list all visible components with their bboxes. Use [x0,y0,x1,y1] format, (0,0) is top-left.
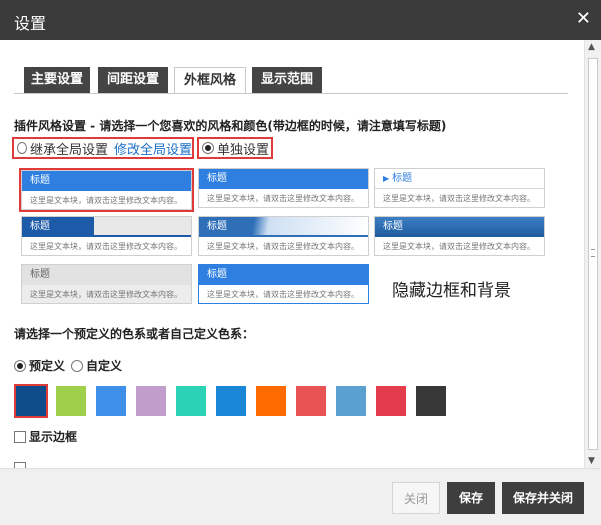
dialog-footer: 关闭 保存 保存并关闭 [0,468,601,525]
predefined-radio[interactable] [14,359,26,372]
caret-right-icon: ▶ [383,174,390,183]
color-mode-group: 预定义 自定义 [14,357,122,374]
style-option-header: 标题 [199,169,368,189]
separate-option-group: 单独设置 [197,137,273,159]
custom-radio[interactable] [71,359,84,372]
style-option-3[interactable]: ▶ 标题 这里是文本块，请双击这里修改文本内容。 [374,168,545,208]
style-option-body: 这里是文本块，请双击这里修改文本内容。 [30,242,182,251]
style-option-header: 标题 [22,217,191,237]
save-and-close-button[interactable]: 保存并关闭 [502,482,584,514]
style-option-2[interactable]: 标题 这里是文本块，请双击这里修改文本内容。 [198,168,369,208]
style-option-4[interactable]: 标题 这里是文本块，请双击这里修改文本内容。 [21,216,192,256]
color-swatch[interactable] [336,386,366,416]
custom-label: 自定义 [86,359,123,373]
style-option-body: 这里是文本块，请双击这里修改文本内容。 [383,194,535,203]
style-option-header: 标题 [375,217,544,237]
style-option-body: 这里是文本块，请双击这里修改文本内容。 [207,290,359,299]
color-swatch[interactable] [96,386,126,416]
color-prompt: 请选择一个预定义的色系或者自己定义色系： [14,327,255,341]
hide-border-option[interactable]: 隐藏边框和背景 [392,276,511,301]
inherit-option-group: 继承全局设置 修改全局设置 [12,137,194,159]
inherit-label: 继承全局设置 [29,142,108,158]
tab-main-settings[interactable]: 主要设置 [24,67,90,93]
style-option-8[interactable]: 标题 这里是文本块，请双击这里修改文本内容。 [198,264,369,304]
style-option-body: 这里是文本块，请双击这里修改文本内容。 [207,194,359,203]
close-button[interactable]: 关闭 [392,482,440,514]
style-option-header: ▶ 标题 [375,169,544,189]
color-swatch[interactable] [216,386,246,416]
show-border-label: 显示边框 [29,430,78,444]
modify-global-link[interactable]: 修改全局设置 [114,139,192,158]
color-swatch[interactable] [376,386,406,416]
dialog-content: 主要设置 间距设置 外框风格 显示范围 插件风格设置 - 请选择一个您喜欢的风格… [0,40,584,468]
inherit-radio[interactable] [17,142,27,154]
color-swatch[interactable] [56,386,86,416]
scrollbar[interactable]: ▲ ▼ [584,40,601,468]
separate-label: 单独设置 [217,142,270,158]
scrollbar-thumb[interactable] [588,58,598,450]
scroll-up-icon[interactable]: ▲ [588,42,595,52]
tab-spacing-settings[interactable]: 间距设置 [98,67,168,93]
color-swatch[interactable] [416,386,446,416]
custom-option: 自定义 [71,357,122,374]
style-option-7[interactable]: 标题 这里是文本块，请双击这里修改文本内容。 [21,264,192,304]
scroll-down-icon[interactable]: ▼ [588,456,595,466]
style-option-header: 标题 [199,217,368,237]
show-border-row: 显示边框 [14,428,77,445]
separate-radio[interactable] [202,142,214,154]
predefined-label: 预定义 [29,359,66,373]
style-option-header: 标题 [22,171,191,191]
tab-frame-style[interactable]: 外框风格 [174,67,246,94]
dialog-title: 设置 [14,14,47,33]
save-button[interactable]: 保存 [447,482,495,514]
style-option-1[interactable]: 标题 这里是文本块，请双击这里修改文本内容。 [21,170,192,210]
style-option-body: 这里是文本块，请双击这里修改文本内容。 [22,286,191,303]
color-swatch[interactable] [256,386,286,416]
style-option-6[interactable]: 标题 这里是文本块，请双击这里修改文本内容。 [374,216,545,256]
style-option-body: 这里是文本块，请双击这里修改文本内容。 [30,196,182,205]
tab-divider [14,93,568,94]
style-option-header: 标题 [22,265,191,285]
style-option-header: 标题 [199,265,368,285]
color-swatch[interactable] [136,386,166,416]
color-swatch[interactable] [14,384,48,418]
show-border-checkbox[interactable] [14,430,26,443]
close-icon[interactable]: ✕ [576,8,591,29]
style-option-body: 这里是文本块，请双击这里修改文本内容。 [207,242,359,251]
color-swatch[interactable] [296,386,326,416]
style-option-body: 这里是文本块，请双击这里修改文本内容。 [383,242,535,251]
frame-style-title: 插件风格设置 - 请选择一个您喜欢的风格和颜色(带边框的时候，请注意填写标题) [14,119,447,133]
color-swatch[interactable] [176,386,206,416]
tab-display-range[interactable]: 显示范围 [252,67,322,93]
dialog-titlebar: 设置 ✕ [0,0,601,40]
style-option-5[interactable]: 标题 这里是文本块，请双击这里修改文本内容。 [198,216,369,256]
